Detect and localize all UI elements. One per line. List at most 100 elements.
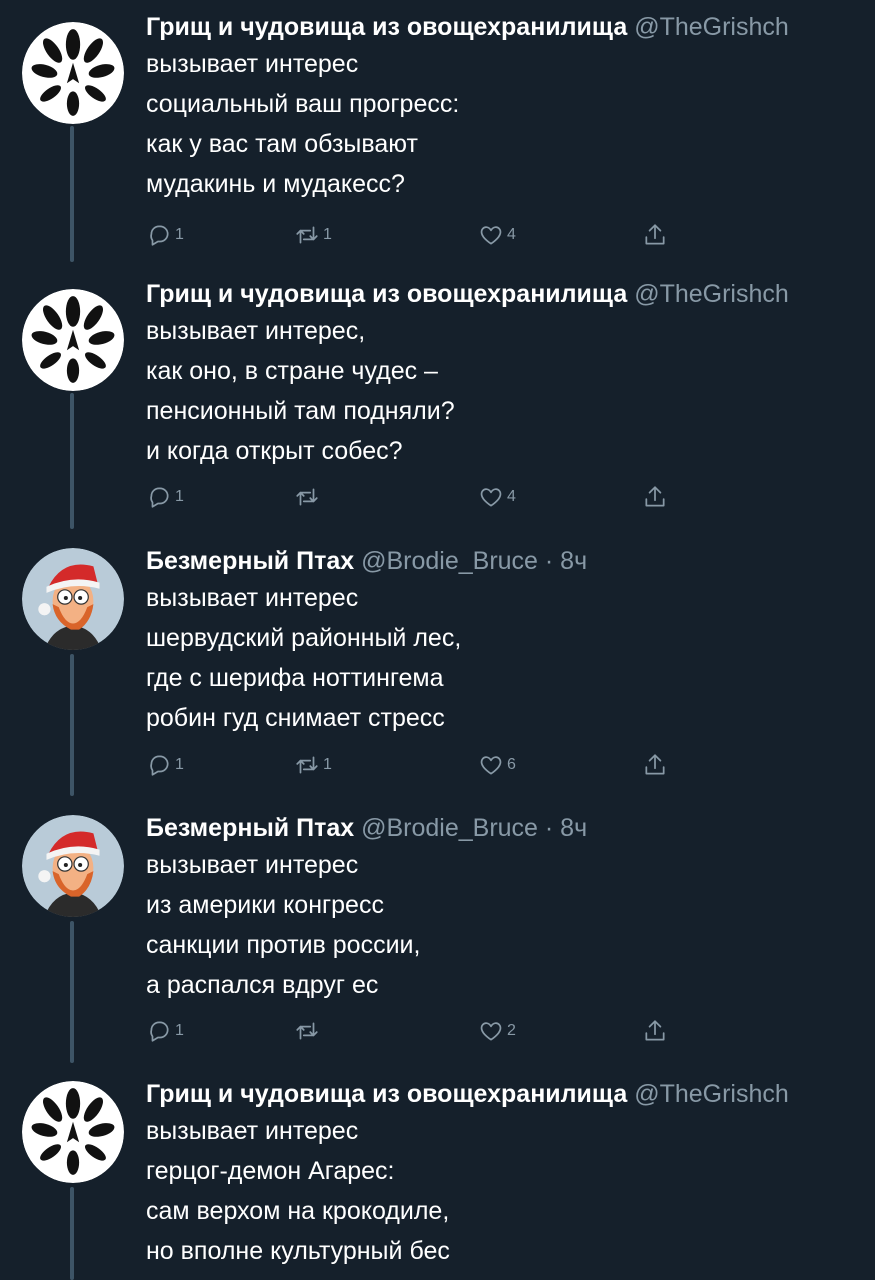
reply-count: 1 (175, 756, 184, 773)
tweet-line: где с шерифа ноттингема (146, 664, 444, 692)
tweet-line: сам верхом на крокодиле, (146, 1197, 450, 1225)
reply-icon (150, 487, 169, 508)
author-handle[interactable]: @TheGrishch (634, 13, 789, 41)
tweet-time[interactable]: · 8ч (545, 547, 587, 575)
author-name[interactable]: Грищ и чудовища из овощехранилища (146, 280, 627, 308)
heart-icon (480, 756, 502, 775)
reply-count: 1 (175, 1022, 184, 1039)
avatar[interactable] (22, 289, 124, 391)
tweet-actions: 1 2 (146, 1016, 706, 1046)
like-count: 6 (507, 756, 516, 773)
tweet[interactable]: Грищ и чудовища из овощехранилища @TheGr… (0, 267, 875, 534)
tweet-line: пенсионный там подняли? (146, 397, 455, 425)
retweet-button[interactable] (294, 1016, 323, 1046)
thread-line (70, 654, 74, 796)
thread-line (70, 393, 74, 529)
reply-icon (150, 755, 169, 776)
tweet-text: вызывает интерес шервудский районный лес… (146, 578, 461, 738)
avatar[interactable] (22, 815, 124, 917)
like-count: 2 (507, 1022, 516, 1039)
reply-count: 1 (175, 488, 184, 505)
like-count: 4 (507, 226, 516, 243)
thread-line (70, 126, 74, 262)
author-handle[interactable]: @TheGrishch (634, 1080, 789, 1108)
tweet-line: социальный ваш прогресс: (146, 90, 460, 118)
tweet[interactable]: Грищ и чудовища из овощехранилища @TheGr… (0, 0, 875, 267)
tweet-line: вызывает интерес (146, 50, 359, 78)
reply-button[interactable]: 1 (146, 220, 184, 250)
reply-count: 1 (175, 226, 184, 243)
author-handle[interactable]: @TheGrishch (634, 280, 789, 308)
tweet-time[interactable]: · 8ч (545, 814, 587, 842)
santa-cartoon-avatar (22, 548, 124, 650)
retweet-icon (296, 1022, 318, 1040)
tweet-text: вызывает интерес герцог-демон Агарес: са… (146, 1111, 450, 1271)
tweet-header: Безмерный Птах @Brodie_Bruce · 8ч (146, 546, 875, 576)
tweet-line: вызывает интерес (146, 584, 359, 612)
retweet-count: 1 (323, 756, 332, 773)
tweet-header: Безмерный Птах @Brodie_Bruce · 8ч (146, 813, 875, 843)
tweet-line: вызывает интерес, (146, 317, 366, 345)
retweet-button[interactable]: 1 (294, 750, 332, 780)
reply-icon (150, 225, 169, 246)
retweet-icon (296, 488, 318, 506)
share-icon (645, 754, 665, 775)
share-icon (645, 1020, 665, 1041)
tweet-line: как оно, в стране чудес – (146, 357, 438, 385)
share-button[interactable] (642, 1016, 668, 1046)
avatar[interactable] (22, 22, 124, 124)
tweet[interactable]: Безмерный Птах @Brodie_Bruce · 8ч вызыва… (0, 534, 875, 801)
tweet-header: Грищ и чудовища из овощехранилища @TheGr… (146, 279, 875, 309)
reply-button[interactable]: 1 (146, 750, 184, 780)
santa-cartoon-avatar (22, 815, 124, 917)
heart-icon (480, 488, 502, 507)
retweet-count: 1 (323, 226, 332, 243)
like-button[interactable]: 2 (478, 1016, 516, 1046)
share-button[interactable] (642, 482, 668, 512)
author-handle[interactable]: @Brodie_Bruce (361, 814, 538, 842)
tweet-line: как у вас там обзывают (146, 130, 418, 158)
tweet[interactable]: Грищ и чудовища из овощехранилища @TheGr… (0, 1067, 875, 1280)
tweet-text: вызывает интерес из америки конгресс сан… (146, 845, 420, 1005)
author-handle[interactable]: @Brodie_Bruce (361, 547, 538, 575)
author-name[interactable]: Безмерный Птах (146, 814, 354, 842)
thread-line (70, 921, 74, 1063)
like-button[interactable]: 6 (478, 750, 516, 780)
retweet-icon (296, 756, 318, 774)
tweet-line: шервудский районный лес, (146, 624, 462, 652)
heart-icon (480, 1022, 502, 1041)
reply-button[interactable]: 1 (146, 482, 184, 512)
tweet-line: санкции против россии, (146, 931, 421, 959)
tweet-text: вызывает интерес социальный ваш прогресс… (146, 44, 459, 204)
tweet-line: робин гуд снимает стресс (146, 704, 445, 732)
seed-pod-icon (22, 22, 124, 124)
author-name[interactable]: Грищ и чудовища из овощехранилища (146, 1080, 627, 1108)
tweet-line: герцог-демон Агарес: (146, 1157, 395, 1185)
like-count: 4 (507, 488, 516, 505)
share-button[interactable] (642, 220, 668, 250)
tweet-line: но вполне культурный бес (146, 1237, 450, 1265)
author-name[interactable]: Грищ и чудовища из овощехранилища (146, 13, 627, 41)
tweet-header: Грищ и чудовища из овощехранилища @TheGr… (146, 12, 875, 42)
tweet-line: и когда открыт собес? (146, 437, 403, 465)
heart-icon (480, 226, 502, 245)
avatar[interactable] (22, 1081, 124, 1183)
tweet-line: мудакинь и мудакесс? (146, 170, 405, 198)
share-button[interactable] (642, 750, 668, 780)
tweet-line: вызывает интерес (146, 1117, 359, 1145)
seed-pod-icon (22, 289, 124, 391)
author-name[interactable]: Безмерный Птах (146, 547, 354, 575)
retweet-button[interactable]: 1 (294, 220, 332, 250)
share-icon (645, 486, 665, 507)
like-button[interactable]: 4 (478, 482, 516, 512)
retweet-button[interactable] (294, 482, 323, 512)
tweet[interactable]: Безмерный Птах @Brodie_Bruce · 8ч вызыва… (0, 801, 875, 1067)
tweet-text: вызывает интерес, как оно, в стране чуде… (146, 311, 455, 471)
reply-button[interactable]: 1 (146, 1016, 184, 1046)
tweet-header: Грищ и чудовища из овощехранилища @TheGr… (146, 1079, 875, 1109)
reply-icon (150, 1021, 169, 1042)
like-button[interactable]: 4 (478, 220, 516, 250)
avatar[interactable] (22, 548, 124, 650)
retweet-icon (296, 226, 318, 244)
seed-pod-icon (22, 1081, 124, 1183)
